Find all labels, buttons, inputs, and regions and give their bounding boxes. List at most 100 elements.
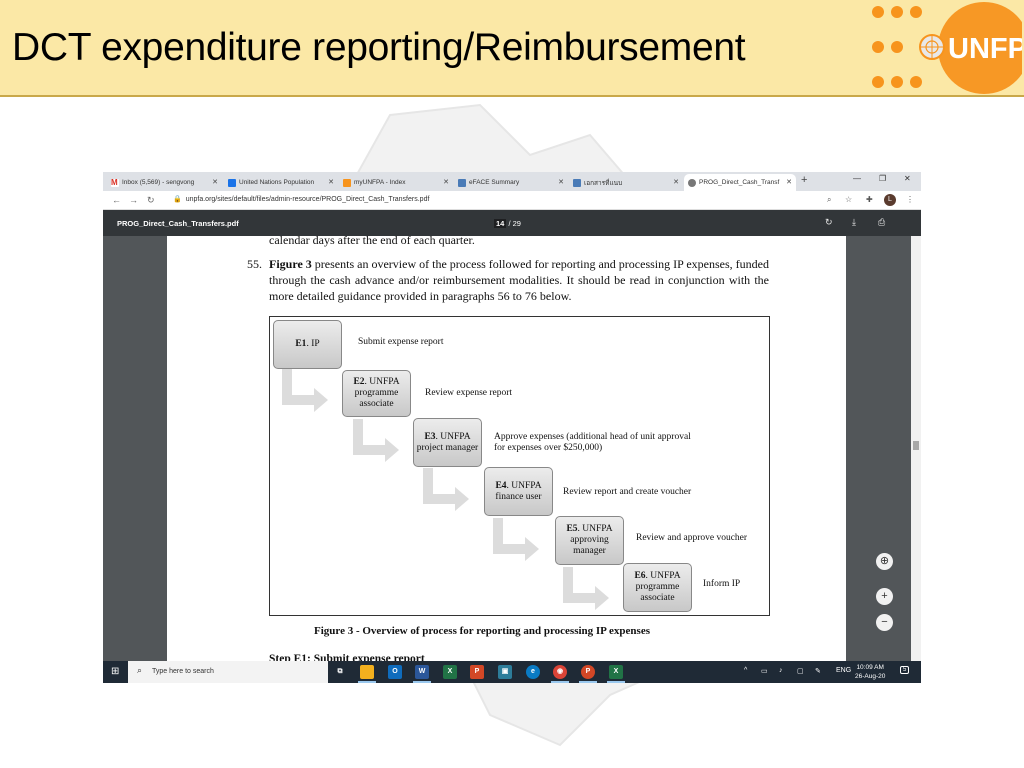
reload-icon[interactable]: ↻ <box>147 195 155 206</box>
step-box-e3: E3. UNFPA project manager <box>413 418 482 467</box>
language-indicator[interactable]: ENG <box>836 667 851 674</box>
step-action-e1: Submit expense report <box>358 337 444 347</box>
page-icon <box>458 178 466 187</box>
close-window-icon[interactable]: ✕ <box>904 174 911 183</box>
tray-chevron-icon[interactable]: ^ <box>744 667 747 674</box>
figure-caption: Figure 3 - Overview of process for repor… <box>314 625 650 637</box>
lock-icon: 🔒 <box>173 196 182 203</box>
zoom-in-button[interactable]: + <box>876 588 893 605</box>
clock-time: 10:09 AM <box>856 664 884 671</box>
arrow-e4-e5 <box>493 518 539 561</box>
tab-label: myUNFPA - Index <box>354 179 406 186</box>
page-icon <box>573 178 581 187</box>
monitor-icon[interactable]: ▢ <box>797 667 804 675</box>
file-explorer-icon[interactable] <box>360 665 374 679</box>
forward-icon[interactable]: → <box>129 195 138 205</box>
step-action-e4: Review report and create voucher <box>563 487 692 497</box>
close-tab-icon[interactable]: ✕ <box>786 178 792 186</box>
task-view-icon[interactable]: ⧉ <box>333 665 347 679</box>
step-action-e6: Inform IP <box>703 579 741 589</box>
zoom-out-button[interactable]: − <box>876 614 893 631</box>
scrollbar-thumb[interactable] <box>913 441 919 450</box>
extensions-icon[interactable]: ✚ <box>866 195 873 204</box>
gmail-icon: M <box>111 177 119 187</box>
powerpoint-running-icon[interactable]: P <box>581 665 595 679</box>
close-tab-icon[interactable]: ✕ <box>212 178 218 186</box>
rotate-icon[interactable]: ↻ <box>825 217 833 228</box>
profile-avatar[interactable]: L <box>884 194 896 206</box>
step-box-e5: E5. UNFPA approving manager <box>555 516 624 565</box>
figure-3-flowchart: E1. IP Submit expense report E2. UNFPA p… <box>269 316 770 616</box>
close-tab-icon[interactable]: ✕ <box>328 178 334 186</box>
page-number-input[interactable]: 14 <box>494 219 507 228</box>
title-bar: DCT expenditure reporting/Reimbursement … <box>0 0 1024 97</box>
word-icon[interactable]: W <box>415 665 429 679</box>
bookmark-star-icon[interactable]: ☆ <box>845 195 852 204</box>
figure-reference: Figure 3 <box>269 257 312 271</box>
tab-pdf-active[interactable]: PROG_Direct_Cash_Transf ✕ <box>684 174 796 191</box>
running-indicator <box>413 681 431 683</box>
address-bar: ← → ↻ 🔒 unpfa.org/sites/default/files/adm… <box>103 191 921 210</box>
tab-gmail[interactable]: M Inbox (5,569) - sengvong ✕ <box>107 174 222 191</box>
browser-screenshot: M Inbox (5,569) - sengvong ✕ United Nati… <box>103 172 921 683</box>
browser-tab-bar: M Inbox (5,569) - sengvong ✕ United Nati… <box>103 172 921 191</box>
logo-text: UNFPA <box>948 33 1022 65</box>
download-icon[interactable]: ⤓ <box>852 217 856 228</box>
restore-icon[interactable]: ❐ <box>879 174 886 183</box>
running-indicator <box>607 681 625 683</box>
system-clock[interactable]: 10:09 AM 26-Aug-20 <box>855 663 885 681</box>
tray-network-icon[interactable]: ▭ <box>761 667 768 675</box>
taskbar-search[interactable]: ⌕ Type here to search <box>128 661 328 683</box>
slide: DCT expenditure reporting/Reimbursement … <box>0 0 1024 768</box>
pen-icon[interactable]: ✎ <box>815 667 821 675</box>
next-step-heading: Step E1: Submit expense report <box>269 653 425 661</box>
paragraph-body: presents an overview of the process foll… <box>269 257 770 303</box>
previous-text-line: calendar days after the end of each quar… <box>269 236 475 247</box>
outlook-icon[interactable]: O <box>388 665 402 679</box>
pdf-viewer: calendar days after the end of each quar… <box>103 236 921 661</box>
notification-center-icon[interactable]: 5 <box>900 666 910 674</box>
unfpa-logo: UNFPA <box>872 2 1022 94</box>
tab-label: United Nations Population <box>239 179 315 186</box>
minimize-icon[interactable]: — <box>853 174 861 183</box>
clock-date: 26-Aug-20 <box>855 673 886 680</box>
chrome-icon[interactable]: ◉ <box>553 665 567 679</box>
tab-eface[interactable]: eFACE Summary ✕ <box>454 174 568 191</box>
vertical-scrollbar[interactable] <box>911 236 921 661</box>
powerpoint-icon[interactable]: P <box>470 665 484 679</box>
paragraph-text: Figure 3 presents an overview of the pro… <box>269 256 769 304</box>
paragraph-number: 55. <box>247 257 262 271</box>
excel-running-icon[interactable]: X <box>609 665 623 679</box>
step-action-e3: Approve expenses (additional head of uni… <box>494 432 691 453</box>
close-tab-icon[interactable]: ✕ <box>673 178 679 186</box>
tab-attachments[interactable]: เอกสารที่แนบ ✕ <box>569 174 683 191</box>
tab-label: เอกสารที่แนบ <box>584 179 623 187</box>
arrow-e5-e6 <box>563 567 609 610</box>
pdf-file-name: PROG_Direct_Cash_Transfers.pdf <box>117 219 239 228</box>
step-box-e6: E6. UNFPA programme associate <box>623 563 692 612</box>
url-text: unpfa.org/sites/default/files/admin-reso… <box>185 196 430 203</box>
tab-unfpa-calendar[interactable]: United Nations Population ✕ <box>224 174 338 191</box>
menu-kebab-icon[interactable]: ⋮ <box>906 195 914 204</box>
step-box-e1: E1. IP <box>273 320 342 369</box>
edge-icon[interactable]: e <box>526 665 540 679</box>
fit-page-button[interactable]: ⊕ <box>876 553 893 570</box>
tab-myunfpa[interactable]: myUNFPA - Index ✕ <box>339 174 453 191</box>
close-tab-icon[interactable]: ✕ <box>558 178 564 186</box>
excel-icon[interactable]: X <box>443 665 457 679</box>
volume-icon[interactable]: ♪ <box>779 667 783 674</box>
windows-start-icon[interactable]: ⊞ <box>111 666 119 677</box>
globe-icon <box>688 178 696 187</box>
url-field[interactable]: 🔒 unpfa.org/sites/default/files/admin-res… <box>173 195 429 203</box>
print-icon[interactable]: ⎙ <box>878 217 885 228</box>
zoom-icon[interactable]: ⌕ <box>827 195 831 205</box>
pdf-page-indicator: 14 / 29 <box>494 219 521 228</box>
back-icon[interactable]: ← <box>112 195 121 205</box>
windows-taskbar: ⊞ ⌕ Type here to search ⧉ O W X P ▣ e ◉ … <box>103 661 921 683</box>
arrow-e1-e2 <box>282 369 328 412</box>
close-tab-icon[interactable]: ✕ <box>443 178 449 186</box>
running-indicator <box>579 681 597 683</box>
search-icon: ⌕ <box>137 665 143 675</box>
store-icon[interactable]: ▣ <box>498 665 512 679</box>
new-tab-button[interactable]: + <box>801 174 807 186</box>
